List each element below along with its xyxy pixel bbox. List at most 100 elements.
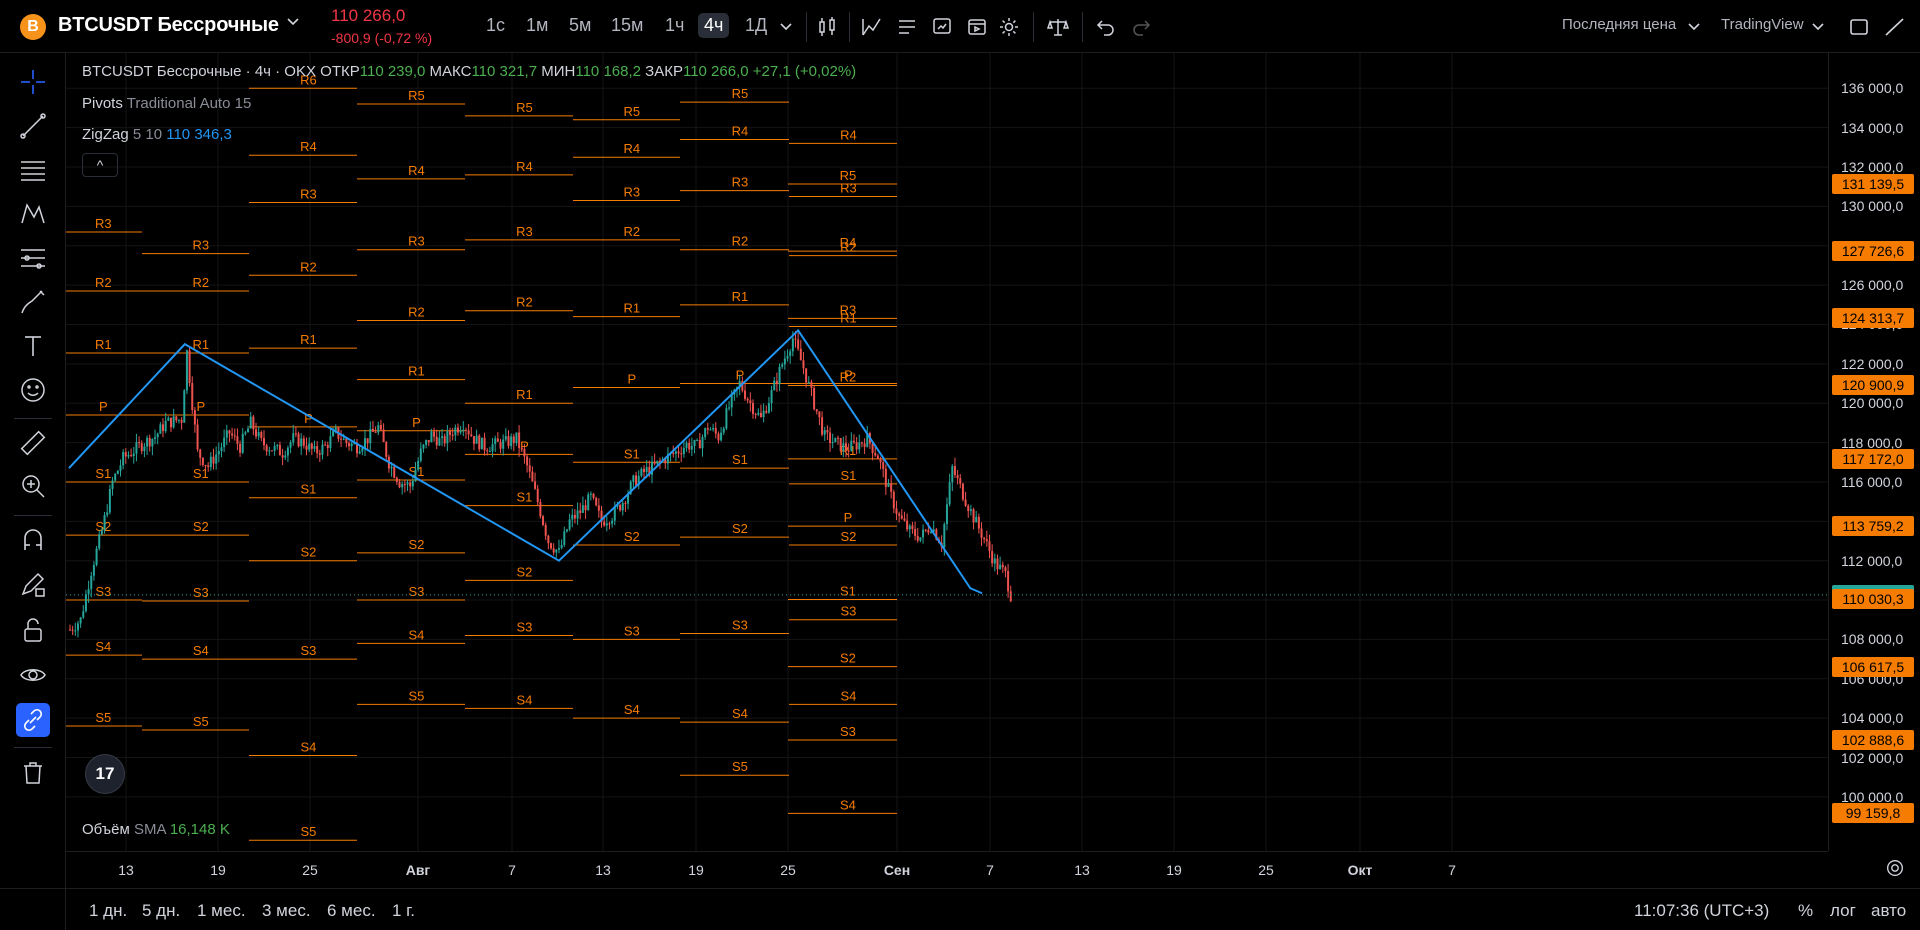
price-type-select[interactable]: Последняя цена <box>1562 16 1676 33</box>
candle-body <box>759 412 762 417</box>
templates-icon[interactable] <box>895 15 919 39</box>
zigzag-legend[interactable]: ZigZag 5 10 110 346,3 <box>82 126 232 143</box>
range-1y[interactable]: 1 г. <box>392 901 415 921</box>
timeframe-1m[interactable]: 1м <box>520 13 554 38</box>
timeframe-4h[interactable]: 4ч <box>698 13 730 38</box>
range-3m[interactable]: 3 мес. <box>262 901 311 921</box>
trading-app: B BTCUSDT Бессрочные 110 266,0 -800,9 (-… <box>0 0 1920 930</box>
indicators-icon[interactable] <box>860 15 884 39</box>
price-axis[interactable]: 136 000,0134 000,0132 000,0130 000,0128 … <box>1828 53 1920 851</box>
magnet-icon[interactable] <box>16 523 50 557</box>
collapse-legend-button[interactable]: ^ <box>82 153 118 177</box>
price-tick: 134 000,0 <box>1841 119 1904 136</box>
chevron-down-icon[interactable] <box>286 14 300 31</box>
range-1d[interactable]: 1 дн. <box>89 901 127 921</box>
candle-body <box>122 452 125 466</box>
zoom-in-icon[interactable] <box>16 469 50 503</box>
link-sync-icon[interactable] <box>16 703 50 737</box>
redo-icon[interactable] <box>1129 15 1153 39</box>
time-tick: 19 <box>688 862 704 878</box>
bitcoin-logo-icon[interactable]: B <box>20 14 46 40</box>
pivot-level-label: R1 <box>95 337 112 352</box>
replay-icon[interactable] <box>965 15 989 39</box>
candle-body <box>79 617 82 624</box>
alert-icon[interactable] <box>930 15 954 39</box>
screenshot-icon[interactable] <box>1883 15 1907 39</box>
candle-body <box>927 529 930 533</box>
price-tick: 104 000,0 <box>1841 710 1904 727</box>
volume-name: Объём <box>82 821 130 838</box>
candle-body <box>297 433 300 447</box>
candle-body <box>839 438 842 451</box>
tradingview-logo[interactable]: 17 <box>85 754 125 794</box>
horizontal-lines-icon[interactable] <box>16 153 50 187</box>
ruler-icon[interactable] <box>16 426 50 460</box>
timeframes-dropdown-icon[interactable] <box>779 19 803 43</box>
trend-line-icon[interactable] <box>16 109 50 143</box>
candle-body <box>382 429 385 443</box>
lock-drawing-pencil-icon[interactable] <box>16 568 50 602</box>
candle-body <box>528 465 531 472</box>
candle-body <box>672 452 675 454</box>
candle-body <box>975 516 978 523</box>
trash-icon[interactable] <box>16 756 50 790</box>
range-5d[interactable]: 5 дн. <box>142 901 180 921</box>
timeframe-15m[interactable]: 15м <box>605 13 649 38</box>
candle-body <box>510 436 513 447</box>
candle-body <box>999 564 1002 570</box>
chevron-down-icon[interactable] <box>1811 19 1835 43</box>
zigzag-name: ZigZag <box>82 126 129 143</box>
text-tool-icon[interactable] <box>16 329 50 363</box>
fib-tools-icon[interactable] <box>16 241 50 275</box>
time-axis[interactable]: 13 19 25 Авг 7 13 19 25 Сен 7 13 19 25 Окт 7 <box>66 851 1904 888</box>
timeframe-1h[interactable]: 1ч <box>659 13 690 38</box>
candle-body <box>993 558 996 564</box>
pattern-icon[interactable] <box>16 197 50 231</box>
axis-settings-gear-icon[interactable] <box>1884 857 1910 883</box>
percent-scale-toggle[interactable]: % <box>1798 901 1813 921</box>
auto-scale-toggle[interactable]: авто <box>1871 901 1906 921</box>
candle-body <box>967 505 970 511</box>
candles-chart-type-icon[interactable] <box>815 15 839 39</box>
crosshair-icon[interactable] <box>16 65 50 99</box>
fullscreen-icon[interactable] <box>1847 15 1871 39</box>
candle-body <box>712 428 715 430</box>
undo-icon[interactable] <box>1094 15 1118 39</box>
settings-gear-icon[interactable] <box>997 15 1021 39</box>
candle-body <box>704 428 707 438</box>
pivot-level-label: R2 <box>840 369 857 384</box>
candle-body <box>943 524 946 548</box>
emoji-icon[interactable] <box>16 373 50 407</box>
volume-legend[interactable]: Объём SMA 16,148 K <box>82 821 230 838</box>
range-6m[interactable]: 6 мес. <box>327 901 376 921</box>
candle-body <box>499 441 502 449</box>
time-tick: 25 <box>780 862 796 878</box>
range-1m[interactable]: 1 мес. <box>197 901 246 921</box>
price-chart-svg[interactable]: R3R2R1PS1S2S3S4S5R3R2R1PS1S2S3S4S5R6R4R3… <box>66 53 1828 851</box>
pivot-level-label: S3 <box>840 724 856 739</box>
chevron-down-icon[interactable] <box>1687 19 1711 43</box>
pivot-level-label: R4 <box>300 139 317 154</box>
data-source-select[interactable]: TradingView <box>1721 16 1804 33</box>
pivot-level-label: R1 <box>840 443 857 458</box>
chart-pane[interactable]: R3 R2 R1 P S1 S2 S3 S4 S5 R3 R2 R1 P S1 S2 S3 S4 S5 R6 R4 R3… <box>66 53 1828 851</box>
compare-scales-icon[interactable] <box>1046 15 1070 39</box>
log-scale-toggle[interactable]: лог <box>1830 901 1856 921</box>
candle-body <box>531 471 534 482</box>
pivot-level-label: R4 <box>624 141 641 156</box>
pivot-level-label: S4 <box>732 706 748 721</box>
brush-icon[interactable] <box>16 285 50 319</box>
clock[interactable]: 11:07:36 (UTC+3) <box>1634 901 1769 921</box>
close-label: ЗАКР <box>645 63 683 80</box>
eye-visibility-icon[interactable] <box>16 658 50 692</box>
candle-body <box>863 443 866 447</box>
timeframe-1d[interactable]: 1Д <box>739 13 773 38</box>
pivot-price-label: 99 159,8 <box>1832 803 1914 824</box>
symbol-name[interactable]: BTCUSDT Бессрочные <box>58 14 279 37</box>
timeframe-1s[interactable]: 1с <box>480 13 511 38</box>
unlock-icon[interactable] <box>16 613 50 647</box>
candle-body <box>959 478 962 484</box>
timeframe-5m[interactable]: 5м <box>563 13 597 38</box>
pivots-legend[interactable]: Pivots Traditional Auto 15 <box>82 95 251 112</box>
pivot-price-label: 113 759,2 <box>1832 516 1914 537</box>
